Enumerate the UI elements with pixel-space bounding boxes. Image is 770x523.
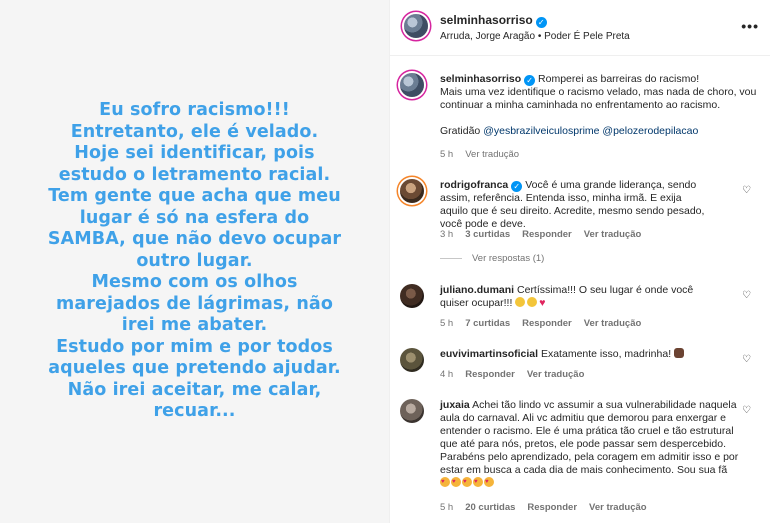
comment-meta: 5 h 20 curtidas Responder Ver tradução <box>440 502 659 513</box>
comment-avatar[interactable] <box>400 284 424 308</box>
caption: selminhasorriso ✓ Romperei as barreiras d… <box>400 73 760 163</box>
author-avatar[interactable] <box>404 14 428 38</box>
heart-eyes-icon <box>473 476 483 489</box>
comment-time[interactable]: 5 h <box>440 502 453 513</box>
caption-avatar[interactable] <box>400 73 424 97</box>
heart-eyes-icon <box>484 476 494 489</box>
heart-icon[interactable]: ♡ <box>742 186 752 196</box>
comment-username[interactable]: juliano.dumani <box>440 284 514 296</box>
heart-icon[interactable]: ♡ <box>742 291 752 301</box>
comment-body: rodrigofranca ✓ Você é uma grande lideran… <box>440 179 710 231</box>
comment-likes[interactable]: 7 curtidas <box>465 318 510 329</box>
comment-username[interactable]: juxaia <box>440 399 470 411</box>
caption-line1: Romperei as barreiras do racismo! <box>538 73 700 85</box>
mention-link[interactable]: @pelozerodepilacao <box>602 125 698 137</box>
story-line: irei me abater. <box>121 315 268 336</box>
clapping-hands-icon <box>527 297 538 307</box>
more-options-icon[interactable]: ••• <box>741 18 759 34</box>
comment-username[interactable]: euvivimartinsoficial <box>440 348 538 360</box>
raised-fist-icon <box>674 348 685 358</box>
post-header: selminhasorriso ✓ Arruda, Jorge Aragão • … <box>390 0 770 56</box>
caption-meta: 5 h Ver tradução <box>440 149 531 160</box>
story-line: Não irei aceitar, me calar, <box>67 379 322 400</box>
comment-item: rodrigofranca ✓ Você é uma grande lideran… <box>400 179 760 249</box>
heart-eyes-icon <box>451 476 461 489</box>
story-line: Entretanto, ele é velado. <box>70 121 319 142</box>
comment-time[interactable]: 5 h <box>440 318 453 329</box>
story-line: Tem gente que acha que meu <box>48 186 341 207</box>
comment-item: juliano.dumani Certíssima!!! O seu lugar… <box>400 284 760 334</box>
verified-badge-icon: ✓ <box>524 75 536 86</box>
verified-badge-icon: ✓ <box>511 181 523 192</box>
story-line: Estudo por mim e por todos <box>56 336 333 357</box>
translate-link[interactable]: Ver tradução <box>589 502 647 513</box>
translate-link[interactable]: Ver tradução <box>584 229 642 240</box>
story-line: lugar é só na esfera do <box>79 207 310 228</box>
heart-icon[interactable]: ♡ <box>742 355 752 365</box>
comment-avatar[interactable] <box>400 399 424 423</box>
caption-line2: Mais uma vez identifique o racismo velad… <box>440 86 757 98</box>
comment-meta: 3 h 3 curtidas Responder Ver tradução <box>440 229 653 240</box>
story-line: Eu sofro racismo!!! <box>99 100 290 121</box>
caption-body: selminhasorriso ✓ Romperei as barreiras d… <box>440 73 765 138</box>
comment-likes[interactable]: 20 curtidas <box>465 502 515 513</box>
view-replies-button[interactable]: Ver respostas (1) <box>440 253 544 264</box>
translate-link[interactable]: Ver tradução <box>527 369 585 380</box>
story-text: Eu sofro racismo!!! Entretanto, ele é vel… <box>45 100 345 423</box>
reply-button[interactable]: Responder <box>527 502 577 513</box>
comment-text: Exatamente isso, madrinha! <box>540 348 672 360</box>
story-line: Hoje sei identificar, pois <box>74 143 315 164</box>
story-line: recuar... <box>153 401 236 422</box>
red-heart-icon: ♥ <box>539 297 546 309</box>
story-line: aqueles que pretendo ajudar. <box>48 358 341 379</box>
post-media[interactable]: Eu sofro racismo!!! Entretanto, ele é vel… <box>0 0 389 523</box>
caption-gratidao: Gratidão <box>440 125 481 137</box>
reply-button[interactable]: Responder <box>522 318 572 329</box>
comment-item: juxaia Achei tão lindo vc assumir a sua … <box>400 399 760 519</box>
caption-username[interactable]: selminhasorriso <box>440 73 521 85</box>
heart-icon[interactable]: ♡ <box>742 406 752 416</box>
comment-meta: 5 h 7 curtidas Responder Ver tradução <box>440 318 653 329</box>
story-line: outro lugar. <box>136 250 253 271</box>
comment-time[interactable]: 3 h <box>440 229 453 240</box>
comment-text: Achei tão lindo vc assumir a sua vulnera… <box>440 399 739 476</box>
comment-item: euvivimartinsoficial Exatamente isso, ma… <box>400 348 760 382</box>
caption-line3: continuar a minha caminhada no enfrentam… <box>440 99 721 111</box>
mention-link[interactable]: @yesbrazilveiculosprime <box>483 125 599 137</box>
comment-username[interactable]: rodrigofranca <box>440 179 508 191</box>
comment-likes[interactable]: 3 curtidas <box>465 229 510 240</box>
caption-time[interactable]: 5 h <box>440 149 453 160</box>
comment-time[interactable]: 4 h <box>440 369 453 380</box>
translate-link[interactable]: Ver tradução <box>465 149 519 160</box>
story-line: Mesmo com os olhos <box>91 272 298 293</box>
reply-button[interactable]: Responder <box>522 229 572 240</box>
comment-body: euvivimartinsoficial Exatamente isso, ma… <box>440 348 730 361</box>
heart-eyes-icon <box>440 476 450 489</box>
translate-link[interactable]: Ver tradução <box>584 318 642 329</box>
author-username-row: selminhasorriso ✓ <box>440 13 547 28</box>
story-line: SAMBA, que não devo ocupar <box>47 229 342 250</box>
story-line: estudo o letramento racial. <box>58 164 331 185</box>
story-line: marejados de lágrimas, não <box>56 293 333 314</box>
heart-eyes-icon <box>462 476 472 489</box>
comment-avatar[interactable] <box>400 179 424 203</box>
reply-button[interactable]: Responder <box>465 369 515 380</box>
comment-body: juxaia Achei tão lindo vc assumir a sua … <box>440 399 740 490</box>
comment-avatar[interactable] <box>400 348 424 372</box>
post-side-panel: selminhasorriso ✓ Arruda, Jorge Aragão • … <box>389 0 770 523</box>
author-username[interactable]: selminhasorriso <box>440 13 533 27</box>
clapping-hands-icon <box>515 297 526 307</box>
audio-subtitle[interactable]: Arruda, Jorge Aragão • Poder É Pele Pret… <box>440 31 630 42</box>
comment-body: juliano.dumani Certíssima!!! O seu lugar… <box>440 284 710 310</box>
comment-meta: 4 h Responder Ver tradução <box>440 369 596 380</box>
verified-badge-icon: ✓ <box>535 17 547 28</box>
